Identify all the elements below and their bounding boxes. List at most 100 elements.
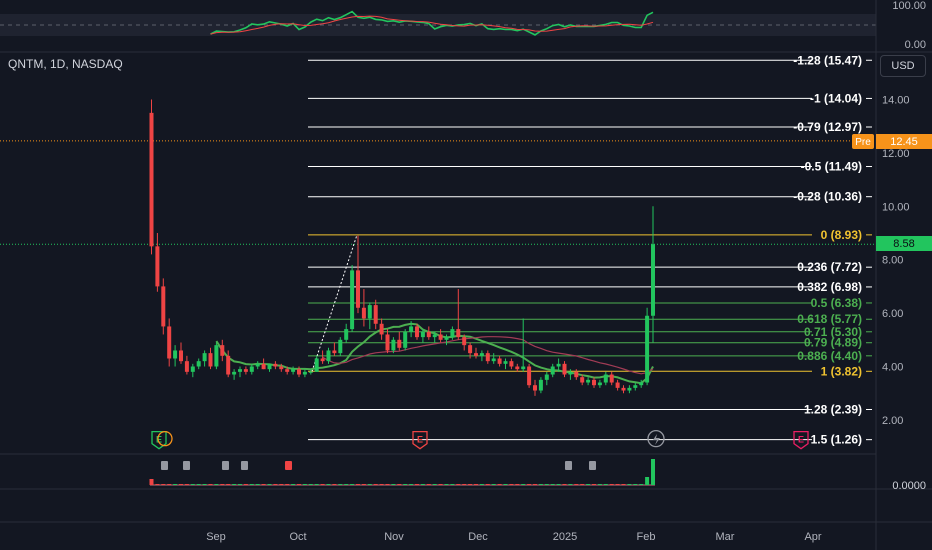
volume-bar — [444, 484, 449, 485]
currency-button[interactable]: USD — [880, 55, 926, 77]
volume-bar — [285, 484, 290, 485]
volume-bar — [497, 484, 502, 485]
volume-bar — [586, 484, 591, 485]
volume-bar — [627, 484, 632, 485]
fib-level-label: -1 (14.04) — [810, 91, 862, 105]
volume-bar — [415, 484, 419, 485]
volume-bar — [314, 484, 319, 485]
volume-bar — [238, 484, 242, 485]
candle-body — [515, 366, 520, 370]
volume-bar — [214, 484, 219, 485]
symbol-title[interactable]: QNTM, 1D, NASDAQ — [8, 57, 123, 71]
candle-body — [485, 353, 490, 362]
volume-bar — [409, 484, 414, 485]
candle-body — [633, 385, 638, 388]
candle-body — [391, 339, 396, 351]
candle-body — [568, 371, 573, 375]
candle-body — [444, 337, 449, 340]
candle-body — [379, 323, 384, 335]
fib-level-label: 0.79 (4.89) — [804, 336, 862, 350]
candle-body — [308, 371, 313, 373]
volume-bar — [633, 484, 638, 485]
earnings-letter: E — [798, 435, 804, 445]
news-flag-icon — [589, 461, 596, 470]
candle-body — [609, 374, 614, 383]
pre-market-value: 12.45 — [890, 136, 918, 148]
candle-body — [403, 331, 408, 348]
volume-bar — [592, 484, 596, 485]
candle-body — [574, 371, 579, 378]
candle-body — [373, 305, 378, 324]
candle-body — [497, 358, 502, 364]
fib-level-label: -0.28 (10.36) — [793, 190, 862, 204]
candle-body — [196, 361, 201, 367]
candle-body — [361, 307, 366, 319]
time-axis-label: Feb — [637, 531, 656, 543]
price-tick-label: 2.00 — [882, 415, 903, 427]
candle-body — [468, 345, 473, 354]
volume-bar — [515, 484, 520, 485]
news-flag-icon — [161, 461, 168, 470]
time-axis-label: Apr — [804, 531, 821, 543]
volume-bar — [574, 484, 579, 485]
news-flag-icon — [183, 461, 190, 470]
volume-bar — [302, 484, 307, 485]
candle-body — [267, 363, 272, 370]
candle-body — [149, 112, 154, 247]
volume-bar — [320, 484, 325, 485]
fib-level-label: 0.382 (6.98) — [797, 280, 862, 294]
volume-bar — [621, 484, 626, 485]
price-tick-label: 6.00 — [882, 308, 903, 320]
volume-bar — [255, 484, 260, 485]
fib-level-label: -0.79 (12.97) — [793, 120, 862, 134]
volume-bar — [367, 484, 372, 485]
volume-bar — [527, 484, 532, 485]
volume-bar — [550, 484, 555, 485]
fib-level-label: 0 (8.93) — [821, 228, 862, 242]
volume-bar — [403, 484, 408, 485]
candle-body — [326, 350, 331, 362]
volume-bar — [261, 484, 266, 485]
volume-bar — [474, 484, 478, 485]
price-chart[interactable]: 2.00 4.00 6.00 8.00 10.00 12.00 14.00 -1.28 (1… — [0, 0, 932, 550]
volume-bar — [226, 484, 231, 485]
candle-body — [190, 366, 195, 372]
news-flag-icon — [241, 461, 248, 470]
candle-body — [651, 244, 655, 316]
volume-bar — [173, 484, 178, 485]
volume-bar — [332, 484, 337, 485]
volume-bar — [639, 484, 644, 485]
candle-body — [503, 361, 508, 364]
candle-body — [385, 334, 390, 351]
candle-body — [320, 358, 325, 362]
candle-body — [592, 379, 596, 386]
volume-bar — [438, 484, 443, 485]
volume-bar — [450, 484, 455, 485]
candle-body — [491, 358, 496, 362]
volume-bar — [538, 484, 543, 485]
candle-body — [597, 382, 602, 386]
volume-bar — [291, 484, 296, 485]
volume-bar — [190, 484, 195, 485]
volume-bar — [308, 484, 313, 485]
price-tick-label: 8.00 — [882, 255, 903, 267]
price-tick-label: 10.00 — [882, 201, 910, 213]
candle-body — [220, 345, 225, 356]
volume-bar — [326, 484, 331, 485]
candle-body — [645, 315, 650, 383]
volume-bar — [651, 459, 655, 485]
candle-body — [586, 379, 591, 383]
volume-bar — [149, 479, 154, 485]
volume-bar — [267, 484, 272, 485]
candle-body — [249, 366, 254, 372]
volume-bar — [456, 484, 461, 485]
fib-level-label: 0.886 (4.40) — [797, 349, 862, 363]
fib-level-label: 0.5 (6.38) — [811, 296, 862, 310]
news-flag-icon — [285, 461, 292, 470]
volume-bar — [432, 484, 437, 485]
candle-body — [562, 363, 567, 375]
candle-body — [338, 339, 343, 354]
volume-bar — [462, 484, 467, 485]
volume-bar — [232, 484, 237, 485]
candle-body — [615, 382, 620, 388]
